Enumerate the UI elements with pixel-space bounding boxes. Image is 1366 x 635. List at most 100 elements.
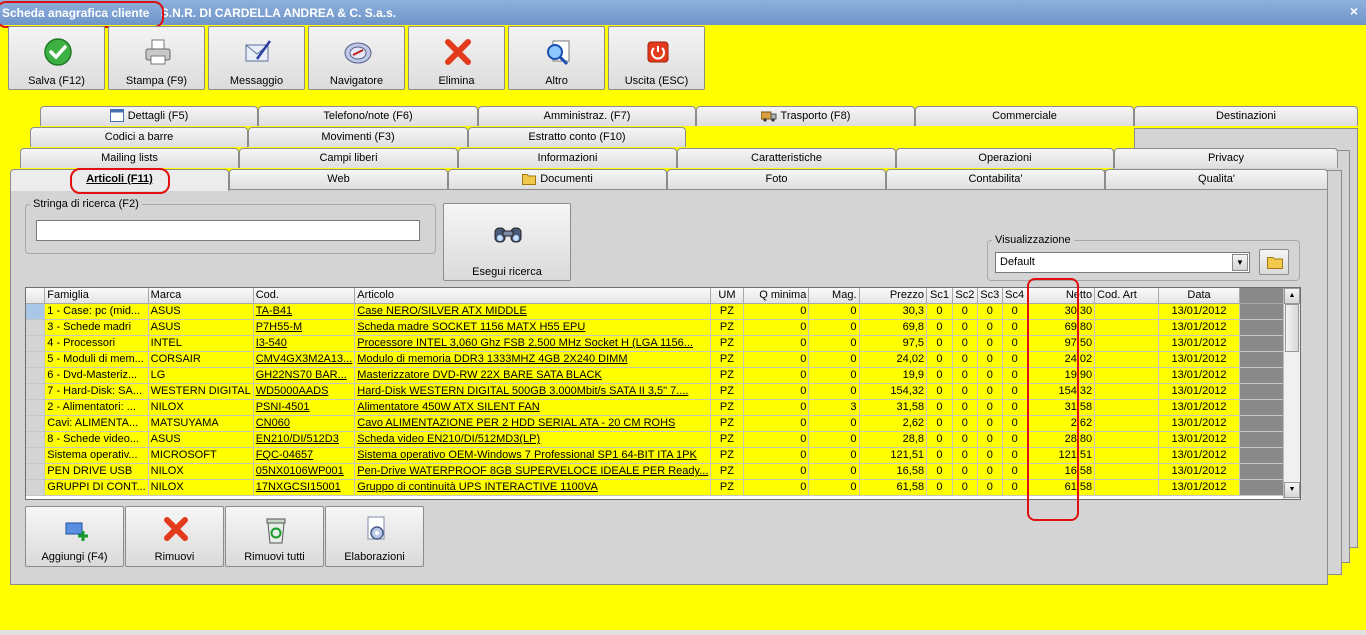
chevron-down-icon[interactable]: ▼ xyxy=(1232,254,1248,271)
table-row[interactable]: Sistema operativ... MICROSOFT FQC-04657 Sis… xyxy=(26,447,1300,464)
row-selector[interactable] xyxy=(26,335,46,352)
table-row[interactable]: 4 - Processori INTEL I3-540 Processore INTE… xyxy=(26,335,1300,352)
tab-movimenti[interactable]: Movimenti (F3) xyxy=(248,127,468,147)
tab-mailing-lists[interactable]: Mailing lists xyxy=(20,148,239,168)
table-row[interactable]: 2 - Alimentatori: ... NILOX PSNI-4501 Alime… xyxy=(26,399,1300,416)
print-button[interactable]: Stampa (F9) xyxy=(108,26,205,90)
table-cell[interactable]: P7H55-M xyxy=(253,319,356,336)
scroll-down-icon[interactable]: ▼ xyxy=(1284,482,1300,498)
table-row[interactable]: 7 - Hard-Disk: SA... WESTERN DIGITAL WD500… xyxy=(26,383,1300,400)
col-marca[interactable]: Marca xyxy=(148,288,254,304)
row-selector[interactable] xyxy=(26,447,46,464)
remove-all-button[interactable]: Rimuovi tutti xyxy=(225,506,324,567)
col-cod-art[interactable]: Cod. Art xyxy=(1094,288,1160,304)
table-cell[interactable]: Gruppo di continuità UPS INTERACTIVE 110… xyxy=(354,479,712,496)
table-cell[interactable]: Sistema operativo OEM-Windows 7 Professi… xyxy=(354,447,712,464)
table-cell[interactable]: Case NERO/SILVER ATX MIDDLE xyxy=(354,303,712,320)
tab-commerciale[interactable]: Commerciale xyxy=(915,106,1134,126)
table-cell[interactable]: Alimentatore 450W ATX SILENT FAN xyxy=(354,399,712,416)
table-row[interactable]: Cavi: ALIMENTA... MATSUYAMA CN060 Cavo ALIM… xyxy=(26,415,1300,432)
col-data[interactable]: Data xyxy=(1158,288,1240,304)
table-cell[interactable]: Scheda madre SOCKET 1156 MATX H55 EPU xyxy=(354,319,712,336)
delete-button[interactable]: Elimina xyxy=(408,26,505,90)
other-button[interactable]: Altro xyxy=(508,26,605,90)
table-cell[interactable]: Hard-Disk WESTERN DIGITAL 500GB 3.000Mbi… xyxy=(354,383,712,400)
table-cell[interactable]: GH22NS70 BAR... xyxy=(253,367,356,384)
row-selector[interactable] xyxy=(26,351,46,368)
col-sc2[interactable]: Sc2 xyxy=(952,288,978,304)
save-button[interactable]: Salva (F12) xyxy=(8,26,105,90)
table-cell[interactable]: 05NX0106WP001 xyxy=(253,463,356,480)
grid-scrollbar[interactable]: ▲ ▼ xyxy=(1283,288,1300,499)
table-cell[interactable]: Modulo di memoria DDR3 1333MHZ 4GB 2X240… xyxy=(354,351,712,368)
row-selector[interactable] xyxy=(26,415,46,432)
tab-web[interactable]: Web xyxy=(229,169,448,189)
table-row[interactable]: 1 - Case: pc (mid... ASUS TA-B41 Case NERO/… xyxy=(26,303,1300,320)
table-row[interactable]: 8 - Schede video... ASUS EN210/DI/512D3 Sch… xyxy=(26,431,1300,448)
row-selector[interactable] xyxy=(26,463,46,480)
table-row[interactable]: PEN DRIVE USB NILOX 05NX0106WP001 Pen-Drive… xyxy=(26,463,1300,480)
search-input[interactable] xyxy=(36,220,420,241)
tab-operazioni[interactable]: Operazioni xyxy=(896,148,1114,168)
row-selector[interactable] xyxy=(26,383,46,400)
table-cell[interactable]: WD5000AADS xyxy=(253,383,356,400)
row-selector[interactable] xyxy=(26,367,46,384)
table-row[interactable]: GRUPPI DI CONT... NILOX 17NXGCSI15001 Grupp… xyxy=(26,479,1300,496)
message-button[interactable]: Messaggio xyxy=(208,26,305,90)
scroll-thumb[interactable] xyxy=(1285,304,1299,352)
tab-caratteristiche[interactable]: Caratteristiche xyxy=(677,148,896,168)
col-sc4[interactable]: Sc4 xyxy=(1002,288,1028,304)
row-selector[interactable] xyxy=(26,399,46,416)
tab-documenti[interactable]: Documenti xyxy=(448,169,667,189)
table-cell[interactable]: Processore INTEL 3,060 Ghz FSB 2.500 MHz… xyxy=(354,335,712,352)
col-famiglia[interactable]: Famiglia xyxy=(44,288,149,304)
col-um[interactable]: UM xyxy=(710,288,744,304)
col-sc3[interactable]: Sc3 xyxy=(977,288,1003,304)
row-selector[interactable] xyxy=(26,479,46,496)
table-row[interactable]: 3 - Schede madri ASUS P7H55-M Scheda madre … xyxy=(26,319,1300,336)
scroll-up-icon[interactable]: ▲ xyxy=(1284,288,1300,304)
tab-privacy[interactable]: Privacy xyxy=(1114,148,1338,168)
tab-destinazioni[interactable]: Destinazioni xyxy=(1134,106,1358,126)
table-row[interactable]: 6 - Dvd-Masteriz... LG GH22NS70 BAR... Mast… xyxy=(26,367,1300,384)
add-button[interactable]: Aggiungi (F4) xyxy=(25,506,124,567)
table-cell[interactable]: Scheda video EN210/DI/512MD3(LP) xyxy=(354,431,712,448)
processing-button[interactable]: Elaborazioni xyxy=(325,506,424,567)
table-cell[interactable]: TA-B41 xyxy=(253,303,356,320)
view-select[interactable]: Default ▼ xyxy=(995,252,1250,273)
row-selector[interactable] xyxy=(26,303,46,320)
table-cell[interactable]: Masterizzatore DVD-RW 22X BARE SATA BLAC… xyxy=(354,367,712,384)
table-cell[interactable]: CN060 xyxy=(253,415,356,432)
table-cell[interactable]: Pen-Drive WATERPROOF 8GB SUPERVELOCE IDE… xyxy=(354,463,712,480)
tab-dettagli[interactable]: Dettagli (F5) xyxy=(40,106,258,126)
tab-telefono-note[interactable]: Telefono/note (F6) xyxy=(258,106,478,126)
tab-contabilita[interactable]: Contabilita' xyxy=(886,169,1105,189)
table-cell[interactable]: I3-540 xyxy=(253,335,356,352)
col-cod[interactable]: Cod. xyxy=(253,288,356,304)
row-selector[interactable] xyxy=(26,431,46,448)
tab-estratto-conto[interactable]: Estratto conto (F10) xyxy=(468,127,686,147)
open-view-button[interactable] xyxy=(1259,249,1289,275)
col-articolo[interactable]: Articolo xyxy=(354,288,712,304)
table-cell[interactable]: 17NXGCSI15001 xyxy=(253,479,356,496)
col-prezzo[interactable]: Prezzo xyxy=(859,288,928,304)
col-q-minima[interactable]: Q minima xyxy=(743,288,810,304)
close-icon[interactable]: × xyxy=(1350,3,1358,19)
table-cell[interactable]: CMV4GX3M2A13... xyxy=(253,351,356,368)
tab-trasporto[interactable]: Trasporto (F8) xyxy=(696,106,915,126)
tab-qualita[interactable]: Qualita' xyxy=(1105,169,1328,189)
col-mag[interactable]: Mag. xyxy=(808,288,860,304)
remove-button[interactable]: Rimuovi xyxy=(125,506,224,567)
row-selector[interactable] xyxy=(26,319,46,336)
tab-amministrazione[interactable]: Amministraz. (F7) xyxy=(478,106,696,126)
table-cell[interactable]: Cavo ALIMENTAZIONE PER 2 HDD SERIAL ATA … xyxy=(354,415,712,432)
table-cell[interactable]: FQC-04657 xyxy=(253,447,356,464)
table-cell[interactable]: PSNI-4501 xyxy=(253,399,356,416)
exit-button[interactable]: Uscita (ESC) xyxy=(608,26,705,90)
tab-campi-liberi[interactable]: Campi liberi xyxy=(239,148,458,168)
navigator-button[interactable]: Navigatore xyxy=(308,26,405,90)
col-sc1[interactable]: Sc1 xyxy=(926,288,953,304)
execute-search-button[interactable]: Esegui ricerca xyxy=(443,203,571,281)
tab-informazioni[interactable]: Informazioni xyxy=(458,148,677,168)
table-row[interactable]: 5 - Moduli di mem... CORSAIR CMV4GX3M2A13.… xyxy=(26,351,1300,368)
